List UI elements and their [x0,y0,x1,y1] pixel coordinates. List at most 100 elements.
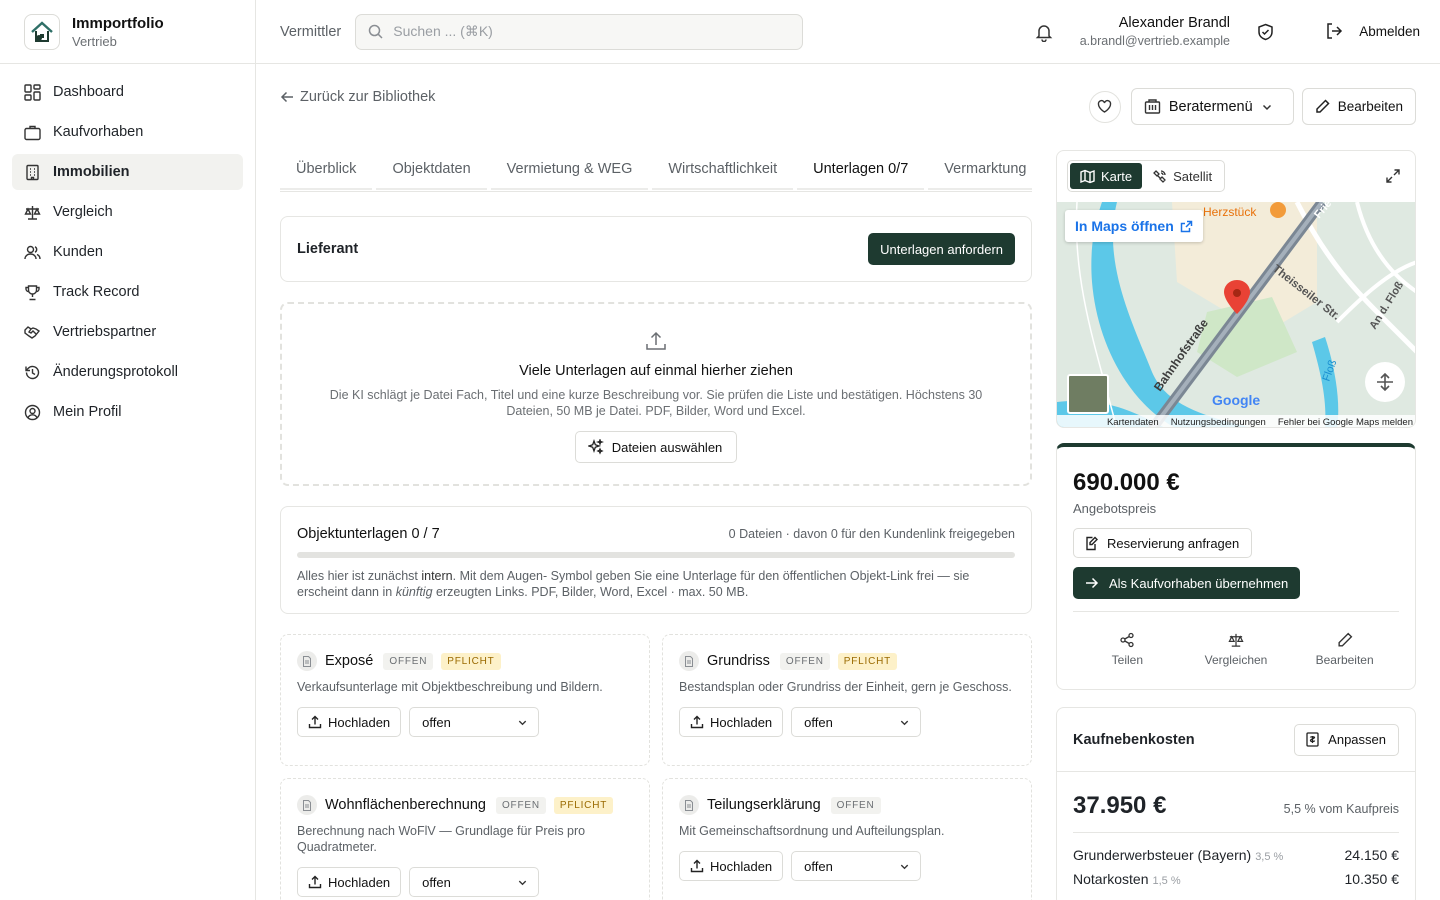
map-footer-link[interactable]: Fehler bei Google Maps melden [1278,417,1413,428]
upload-dropzone[interactable]: Viele Unterlagen auf einmal hierher zieh… [280,302,1032,486]
breadcrumb[interactable]: Vermittler [280,24,341,40]
handshake-icon [24,325,41,339]
sidebar-item-immobilien[interactable]: Immobilien [12,154,243,190]
file-icon [679,651,699,671]
sidebar-item-kaufvorhaben[interactable]: Kaufvorhaben [12,114,243,150]
status-select[interactable]: offen [409,707,540,737]
fullscreen-button[interactable] [1385,168,1401,187]
purchase-costs-title: Kaufnebenkosten [1073,731,1195,748]
document-title: Teilungserklärung [707,797,821,813]
map-footer-link[interactable]: Kartendaten [1107,417,1159,428]
document-card-expose: Exposé OFFEN PFLICHT Verkaufsunterlage m… [280,634,650,766]
map-tab-satellit[interactable]: Satellit [1142,163,1222,189]
logout-button[interactable]: Abmelden [1325,22,1420,40]
status-select[interactable]: offen [791,707,922,737]
sidebar-item-label: Vertriebspartner [53,324,157,340]
sidebar-item-dashboard[interactable]: Dashboard [12,74,243,110]
tab-vermietung-weg[interactable]: Vermietung & WEG [490,150,649,190]
search-icon [369,24,383,39]
lieferant-card: Lieferant Unterlagen anfordern [280,216,1032,282]
calculator-icon [1306,732,1319,747]
adjust-costs-button[interactable]: Anpassen [1294,723,1399,756]
history-icon [25,365,40,379]
notification-button[interactable] [1034,22,1054,45]
adopt-as-purchase-button[interactable]: Als Kaufvorhaben übernehmen [1073,567,1301,599]
pencil-icon [1338,632,1353,647]
documents-progress [297,552,1015,558]
logout-icon [1327,23,1343,39]
sidebar-item-label: Track Record [53,284,140,300]
favorite-button[interactable] [1088,90,1121,123]
sidebar-item-label: Vergleich [53,204,113,220]
upload-icon [690,859,704,873]
objektunterlagen-title: Objektunterlagen 0 / 7 [297,526,440,542]
brand-subtitle: Vertrieb [72,33,117,49]
sidebar-item-label: Dashboard [53,84,124,100]
chevron-down-icon [900,864,909,869]
sidebar-item-label: Kaufvorhaben [53,124,144,140]
berater-menu-button[interactable]: Beratermenü [1130,88,1294,125]
share-button[interactable]: Teilen [1077,632,1177,667]
user-info[interactable]: Alexander Brandl a.brandl@vertrieb.examp… [1080,15,1230,48]
satellite-icon [1153,169,1166,183]
bell-icon [1035,25,1053,43]
choose-files-button[interactable]: Dateien auswählen [574,431,738,463]
map-footer-link[interactable]: Nutzungsbedingungen [1171,417,1266,428]
sidebar-item-vergleich[interactable]: Vergleich [12,194,243,230]
bank-icon [1144,99,1161,114]
search-input[interactable]: Suchen ... (⌘K) [355,13,804,50]
objektunterlagen-card: Objektunterlagen 0 / 7 0 Dateien · davon… [280,506,1032,614]
reservation-button[interactable]: Reservierung anfragen [1073,528,1253,558]
upload-icon [282,330,1030,355]
user-name: Alexander Brandl [1118,15,1230,31]
logo-icon [24,13,60,50]
brand[interactable]: Immportfolio Vertrieb [0,0,255,64]
upload-icon [308,715,322,729]
user-email: a.brandl@vertrieb.example [1079,34,1230,48]
sidebar-item-mein-profil[interactable]: Mein Profil [12,394,243,430]
upload-button[interactable]: Hochladen [679,707,784,737]
compare-button[interactable]: Vergleichen [1186,632,1286,667]
tab-wirtschaftlichkeit[interactable]: Wirtschaftlichkeit [652,150,794,190]
upload-button[interactable]: Hochladen [297,707,402,737]
back-link[interactable]: Zurück zur Bibliothek [280,89,435,105]
required-badge: PFLICHT [553,796,614,814]
security-button[interactable] [1257,23,1274,44]
upload-button[interactable]: Hochladen [297,867,402,897]
sidebar-item-aenderungsprotokoll[interactable]: Änderungsprotokoll [12,354,243,390]
request-documents-button[interactable]: Unterlagen anfordern [868,233,1015,265]
document-description: Verkaufsunterlage mit Objektbeschreibung… [297,680,603,694]
document-card-wohnflaechenberechnung: Wohnflächenberechnung OFFEN PFLICHT Bere… [280,778,650,900]
file-icon [297,651,317,671]
user-circle-icon [24,404,41,420]
chevron-down-icon [518,720,527,725]
sidebar-item-vertriebspartner[interactable]: Vertriebspartner [12,314,243,350]
scale-icon [24,205,41,220]
tab-unterlagen[interactable]: Unterlagen 0/7 [797,150,925,190]
cost-row: Notarkosten 1,5 % 10.350 € [1073,871,1399,887]
document-title: Wohnflächenberechnung [325,797,486,813]
offer-price: 690.000 € [1073,469,1180,496]
status-badge: OFFEN [779,652,830,670]
back-link-label: Zurück zur Bibliothek [300,89,436,105]
edit-object-button[interactable]: Bearbeiten [1295,632,1395,667]
map-view[interactable]: Bahnhofstraße Theisseiler Str. An d. Flo… [1057,198,1415,428]
map-tab-karte[interactable]: Karte [1070,163,1143,189]
sidebar-item-label: Immobilien [53,164,130,180]
file-edit-icon [1086,536,1098,550]
tab-objektdaten[interactable]: Objektdaten [376,150,487,190]
status-select[interactable]: offen [409,867,540,897]
edit-button[interactable]: Bearbeiten [1301,88,1416,125]
tab-ueberblick[interactable]: Überblick [280,150,373,190]
status-badge: OFFEN [830,796,881,814]
tab-vermarktung[interactable]: Vermarktung [928,150,1032,190]
upload-button[interactable]: Hochladen [679,851,784,881]
sidebar: Immportfolio Vertrieb Dashboard Kaufvorh… [0,0,256,900]
open-in-maps-link[interactable]: In Maps öffnen [1065,210,1203,242]
sidebar-item-label: Kunden [53,244,103,260]
status-select[interactable]: offen [791,851,922,881]
sidebar-item-track-record[interactable]: Track Record [12,274,243,310]
sidebar-item-kunden[interactable]: Kunden [12,234,243,270]
objektunterlagen-note: Alles hier ist zunächst intern. Mit dem … [297,569,970,599]
arrow-left-icon [280,91,293,103]
